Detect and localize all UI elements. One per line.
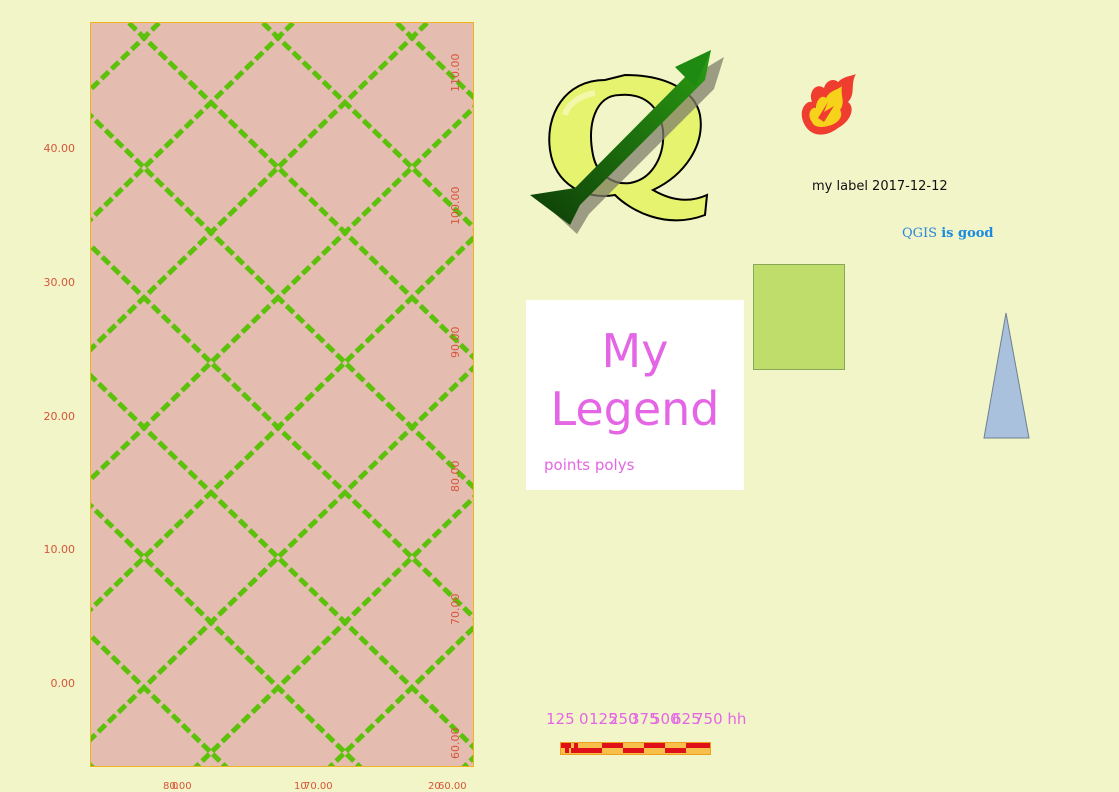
scalebar[interactable] (560, 742, 712, 756)
map-label[interactable]: my label 2017-12-12 (812, 179, 948, 194)
legend-title-line1: My (601, 324, 669, 378)
fire-icon[interactable] (798, 72, 860, 140)
right-tick: 90.00 (449, 326, 462, 359)
left-tick: 0.00 (50, 677, 76, 690)
triangle-shape[interactable] (982, 312, 1032, 442)
bottom-tick: 60.00 (438, 781, 467, 792)
grid-line-descending (91, 242, 473, 621)
grid-line-ascending (91, 23, 295, 223)
right-tick: 60.00 (449, 727, 462, 760)
left-tick: 10.00 (43, 543, 76, 556)
grid-line-ascending (461, 754, 473, 766)
grid-line-descending (91, 762, 95, 766)
right-tick: 100.00 (449, 186, 462, 226)
bottom-tick: 80.00 (163, 781, 192, 792)
left-tick: 40.00 (43, 142, 76, 155)
legend-title-line2: Legend (550, 382, 720, 436)
left-tick: 30.00 (43, 276, 76, 289)
grid-line-ascending (193, 494, 473, 766)
grid-line-ascending (91, 23, 161, 93)
grid-line-ascending (91, 104, 473, 483)
html-label[interactable]: QGIS is good (902, 226, 994, 241)
grid-line-ascending (91, 234, 473, 613)
html-label-bold: is good (941, 226, 994, 241)
legend-title: My Legend (526, 322, 744, 438)
right-tick: 70.00 (449, 593, 462, 626)
scalebar-label: 0 (579, 710, 589, 728)
grid-line-ascending (327, 624, 473, 766)
bottom-tick: 70.00 (304, 781, 333, 792)
rectangle-shape[interactable] (753, 264, 845, 370)
html-label-plain: QGIS (902, 226, 942, 241)
left-tick: 20.00 (43, 410, 76, 423)
legend-box[interactable]: My Legend points polys (526, 300, 744, 490)
scalebar-label: 750 hh (694, 710, 747, 728)
grid-line-ascending (91, 364, 473, 743)
grid-line-descending (91, 502, 363, 766)
map-grid (91, 23, 473, 766)
right-tick: 110.00 (449, 53, 462, 93)
map-frame[interactable] (90, 22, 474, 767)
scalebar-label: 125 (546, 710, 575, 728)
qgis-logo-icon[interactable] (525, 45, 725, 235)
legend-items: points polys (544, 456, 635, 474)
grid-line-descending (91, 372, 473, 751)
right-tick: 80.00 (449, 460, 462, 493)
grid-line-descending (395, 23, 473, 101)
grid-line-descending (91, 112, 473, 491)
